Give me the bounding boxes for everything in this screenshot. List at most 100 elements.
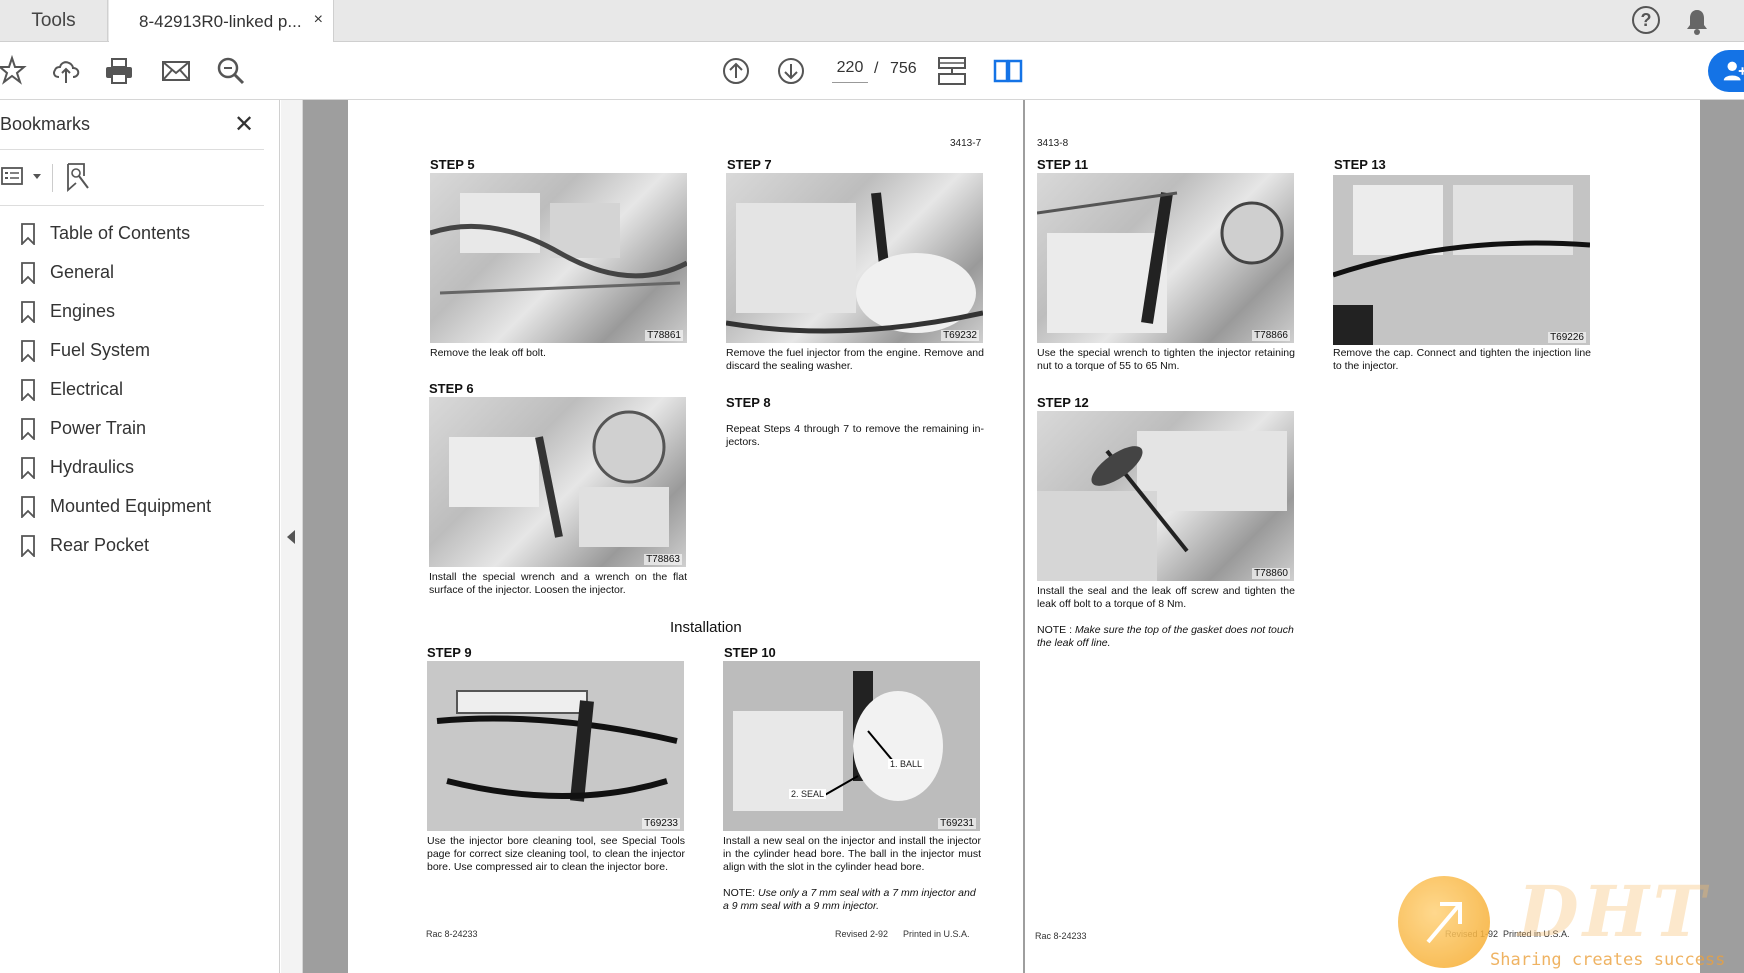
footer-revised: Revised 2-92	[835, 929, 889, 939]
bookmark-icon	[21, 417, 35, 440]
footer-printed: Printed in U.S.A.	[903, 929, 970, 939]
bookmark-icon	[21, 261, 35, 284]
mail-icon[interactable]	[160, 55, 192, 87]
panel-collapse-handle[interactable]	[281, 100, 303, 973]
footer-ref: Rac 8-24233	[426, 929, 478, 939]
watermark-slogan: Sharing creates success	[1490, 950, 1726, 970]
share-icon	[1723, 61, 1744, 81]
scroll-mode-icon[interactable]	[936, 55, 968, 87]
step-photo: T69226	[1333, 175, 1590, 345]
step-photo: 1. BALL 2. SEAL T69231	[723, 661, 980, 831]
tool-separator	[52, 164, 53, 192]
step-photo: T69232	[726, 173, 983, 343]
step-label: STEP 6	[429, 381, 474, 396]
print-icon[interactable]	[103, 55, 135, 87]
bookmark-icon	[21, 495, 35, 518]
bookmark-item[interactable]: General	[0, 253, 264, 292]
footer-ref: Rac 8-24233	[1035, 931, 1087, 941]
note-text: Make sure the top of the gasket does not…	[1037, 624, 1294, 649]
two-page-icon[interactable]	[992, 55, 1024, 87]
step-label: STEP 7	[727, 157, 772, 172]
close-tab-icon[interactable]: ×	[314, 11, 323, 29]
bookmarks-panel: Bookmarks ✕ Table of Contents General En…	[0, 100, 280, 973]
panel-divider	[0, 149, 264, 150]
bookmark-item[interactable]: Fuel System	[0, 331, 264, 370]
step-label: STEP 11	[1037, 157, 1089, 172]
photo-code: T78861	[645, 330, 683, 341]
tab-document[interactable]: 8-42913R0-linked p... ×	[109, 0, 334, 43]
bookmark-item[interactable]: Table of Contents	[0, 214, 264, 253]
panel-divider	[0, 205, 264, 206]
bookmark-list: Table of Contents General Engines Fuel S…	[0, 214, 264, 565]
bookmarks-title: Bookmarks	[0, 114, 91, 134]
step-caption: Install the special wrench and a wrench …	[429, 571, 687, 596]
bookmark-item[interactable]: Rear Pocket	[0, 526, 264, 565]
upload-icon[interactable]	[50, 55, 82, 87]
watermark-logo-icon	[1398, 876, 1490, 968]
step-caption: Use the injector bore cleaning tool, see…	[427, 835, 685, 873]
note-label: NOTE:	[723, 887, 756, 899]
step-caption: Remove the fuel injector from the engine…	[726, 347, 984, 372]
page-number-input[interactable]: 220	[832, 59, 868, 83]
step-label: STEP 13	[1334, 157, 1386, 172]
page-separator: /	[874, 60, 879, 77]
bookmark-label: Engines	[50, 301, 116, 321]
step-photo: T78861	[430, 173, 687, 343]
step-label: STEP 12	[1037, 395, 1089, 410]
photo-code: T69226	[1548, 332, 1586, 343]
step-caption: Use the special wrench to tighten the in…	[1037, 347, 1295, 372]
photo-code: T78866	[1252, 330, 1290, 341]
bookmark-icon	[21, 222, 35, 245]
bookmark-item[interactable]: Power Train	[0, 409, 264, 448]
step-label: STEP 5	[430, 157, 475, 172]
page-total: 756	[890, 60, 917, 77]
page-number: 3413-7	[950, 138, 982, 149]
bookmark-options-icon[interactable]	[0, 162, 44, 190]
bookmark-icon	[21, 378, 35, 401]
step-caption: Remove the leak off bolt.	[430, 347, 546, 359]
watermark-logo-text: DHT	[1518, 870, 1709, 953]
document-viewport[interactable]: 3413-7 STEP 5 T78861 Remove the leak off…	[303, 100, 1744, 973]
add-bookmark-icon[interactable]	[64, 162, 92, 192]
step-note: NOTE : Make sure the top of the gasket d…	[1037, 624, 1295, 650]
photo-code: T78863	[644, 554, 682, 565]
tab-tools[interactable]: Tools	[0, 0, 108, 42]
tab-document-label: 8-42913R0-linked p...	[139, 11, 302, 31]
section-heading: Installation	[670, 619, 742, 636]
step-photo: T69233	[427, 661, 684, 831]
bookmark-item[interactable]: Engines	[0, 292, 264, 331]
step-caption: Remove the cap. Connect and tighten the …	[1333, 347, 1591, 372]
star-icon[interactable]	[0, 55, 32, 87]
share-button[interactable]	[1708, 50, 1744, 92]
step-label: STEP 9	[427, 645, 472, 660]
step-photo: T78863	[429, 397, 686, 567]
bookmark-label: Hydraulics	[50, 457, 135, 477]
bookmark-item[interactable]: Electrical	[0, 370, 264, 409]
close-panel-icon[interactable]: ✕	[234, 110, 254, 139]
help-icon[interactable]: ?	[1632, 6, 1660, 34]
bookmark-icon	[21, 300, 35, 323]
tab-bar: Tools 8-42913R0-linked p... × ?	[0, 0, 1744, 43]
step-label: STEP 8	[726, 395, 771, 410]
step-caption: Repeat Steps 4 through 7 to remove the r…	[726, 423, 984, 448]
bell-icon[interactable]	[1684, 7, 1710, 35]
step-label: STEP 10	[724, 645, 776, 660]
step-photo: T78866	[1037, 173, 1294, 343]
bookmark-label: Rear Pocket	[50, 535, 150, 555]
photo-code: T69232	[941, 330, 979, 341]
page-up-icon[interactable]	[720, 55, 752, 87]
zoom-icon[interactable]	[215, 55, 247, 87]
photo-code: T69233	[642, 818, 680, 829]
bookmark-item[interactable]: Mounted Equipment	[0, 487, 264, 526]
note-label: NOTE :	[1037, 624, 1073, 636]
photo-code: T78860	[1252, 568, 1290, 579]
step-caption: Install a new seal on the injector and i…	[723, 835, 981, 873]
bookmark-tools	[0, 162, 120, 192]
page-down-icon[interactable]	[775, 55, 807, 87]
callout-seal: 2. SEAL	[789, 789, 827, 799]
bookmark-label: Fuel System	[50, 340, 151, 360]
bookmark-label: Power Train	[50, 418, 147, 438]
bookmark-item[interactable]: Hydraulics	[0, 448, 264, 487]
step-photo: T78860	[1037, 411, 1294, 581]
bookmark-icon	[21, 456, 35, 479]
